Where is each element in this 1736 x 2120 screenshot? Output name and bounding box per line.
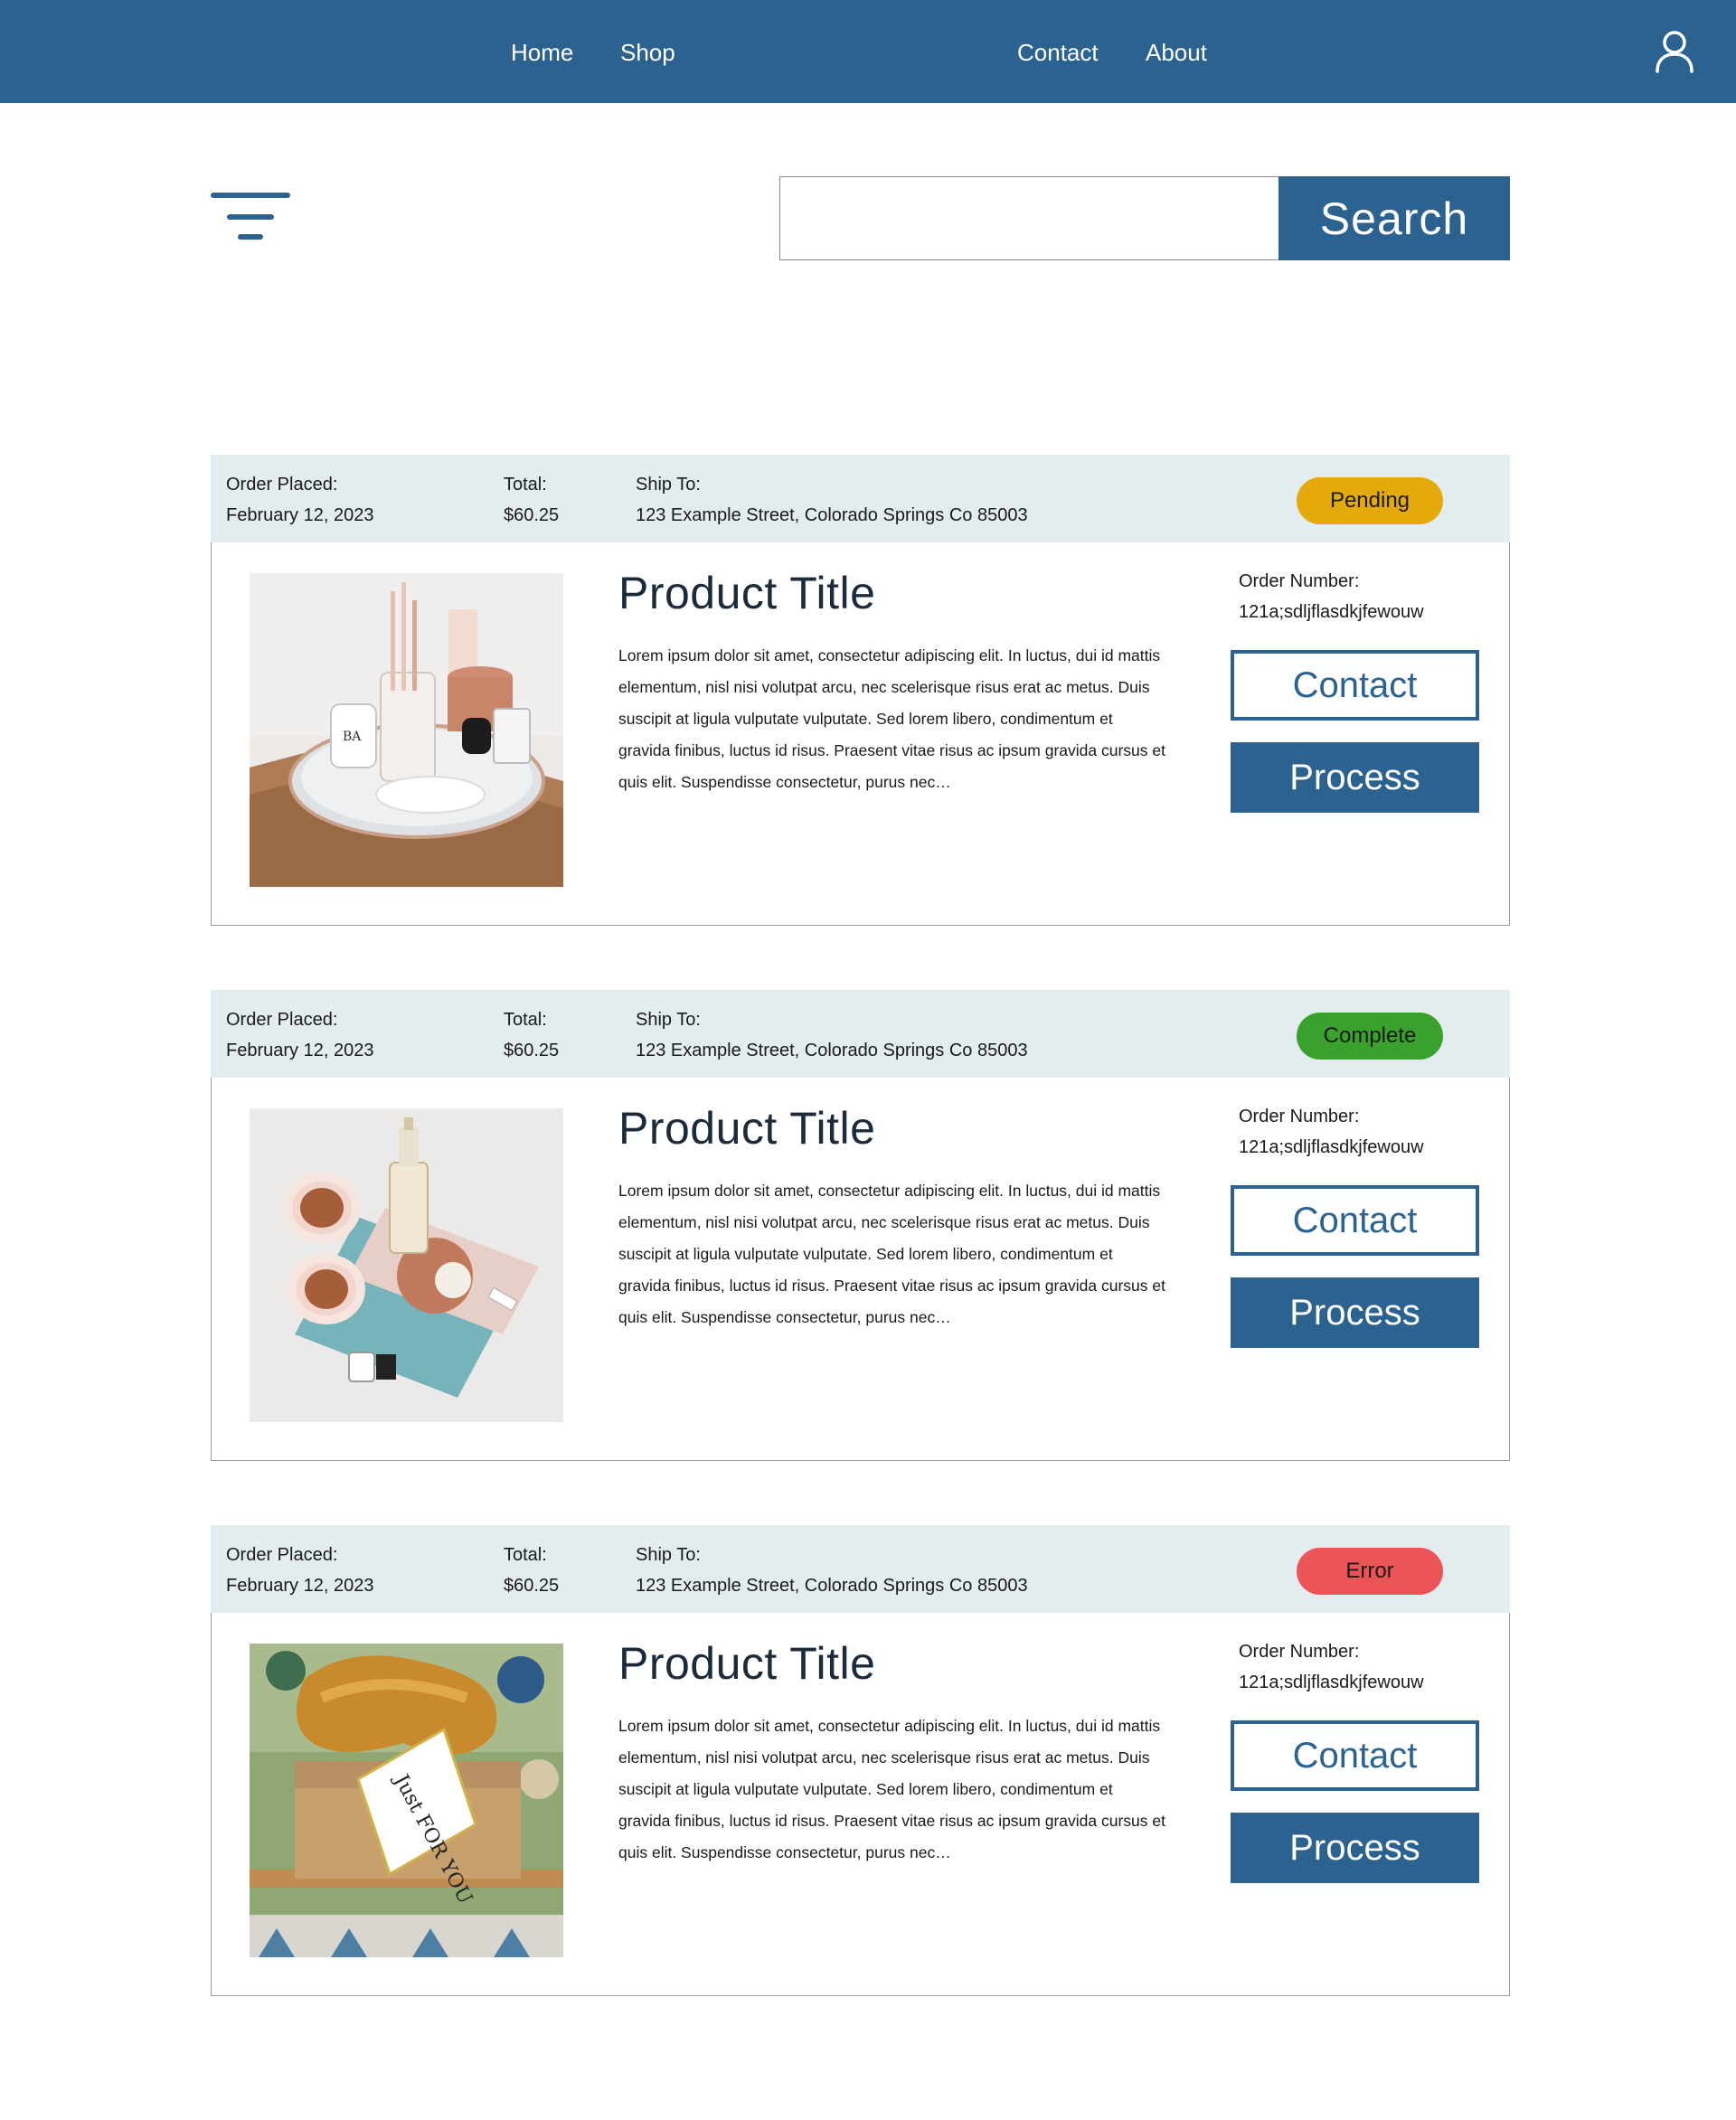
search-input[interactable] xyxy=(779,176,1279,260)
ship-to-address: 123 Example Street, Colorado Springs Co … xyxy=(636,1041,1028,1060)
product-title[interactable]: Product Title xyxy=(618,1101,875,1155)
order-number-value: 121a;sdljflasdkjfewouw xyxy=(1239,1672,1424,1692)
order-number-label: Order Number: xyxy=(1239,1642,1360,1662)
status-badge: Pending xyxy=(1297,477,1443,524)
filter-icon[interactable] xyxy=(210,190,291,244)
contact-button[interactable]: Contact xyxy=(1231,1185,1479,1256)
ship-to-label: Ship To: xyxy=(636,1010,701,1030)
contact-button[interactable]: Contact xyxy=(1231,1720,1479,1791)
ship-to-address: 123 Example Street, Colorado Springs Co … xyxy=(636,505,1028,525)
order-header: Order Placed: February 12, 2023 Total: $… xyxy=(211,1525,1510,1613)
product-image[interactable]: BA xyxy=(250,573,563,887)
product-title[interactable]: Product Title xyxy=(618,566,875,620)
ship-to-label: Ship To: xyxy=(636,1545,701,1565)
total-label: Total: xyxy=(504,1545,547,1565)
total-label: Total: xyxy=(504,475,547,495)
product-description: Lorem ipsum dolor sit amet, consectetur … xyxy=(618,1182,1165,1326)
order-number-value: 121a;sdljflasdkjfewouw xyxy=(1239,602,1424,622)
nav-link-shop[interactable]: Shop xyxy=(620,37,675,68)
order-placed-date: February 12, 2023 xyxy=(226,505,374,525)
order-placed-label: Order Placed: xyxy=(226,475,338,495)
process-button[interactable]: Process xyxy=(1231,1277,1479,1348)
order-body: BA Product Title Lorem ipsum dolor sit a… xyxy=(211,542,1510,926)
nav-link-contact[interactable]: Contact xyxy=(1017,37,1099,68)
process-button[interactable]: Process xyxy=(1231,1813,1479,1883)
total-label: Total: xyxy=(504,1010,547,1030)
product-title[interactable]: Product Title xyxy=(618,1636,875,1691)
total-value: $60.25 xyxy=(504,505,560,525)
order-header: Order Placed: February 12, 2023 Total: $… xyxy=(211,455,1510,542)
status-badge: Complete xyxy=(1297,1013,1443,1060)
top-nav-bar: Home Shop Contact About xyxy=(0,0,1736,103)
product-description: Lorem ipsum dolor sit amet, consectetur … xyxy=(618,1717,1165,1861)
total-value: $60.25 xyxy=(504,1041,560,1060)
ship-to-label: Ship To: xyxy=(636,475,701,495)
process-button[interactable]: Process xyxy=(1231,742,1479,813)
status-badge: Error xyxy=(1297,1548,1443,1595)
order-placed-label: Order Placed: xyxy=(226,1545,338,1565)
total-value: $60.25 xyxy=(504,1576,560,1596)
nav-link-about[interactable]: About xyxy=(1146,37,1207,68)
order-number-value: 121a;sdljflasdkjfewouw xyxy=(1239,1137,1424,1157)
ship-to-address: 123 Example Street, Colorado Springs Co … xyxy=(636,1576,1028,1596)
order-card: Order Placed: February 12, 2023 Total: $… xyxy=(211,990,1510,1461)
contact-button[interactable]: Contact xyxy=(1231,650,1479,721)
order-body: Just FOR YOU Product Title Lorem ipsum d… xyxy=(211,1613,1510,1996)
order-number-label: Order Number: xyxy=(1239,1107,1360,1126)
product-description: Lorem ipsum dolor sit amet, consectetur … xyxy=(618,646,1165,791)
order-card: Order Placed: February 12, 2023 Total: $… xyxy=(211,1525,1510,1996)
nav-link-home[interactable]: Home xyxy=(511,37,573,68)
search-button[interactable]: Search xyxy=(1278,176,1510,260)
product-image[interactable] xyxy=(250,1108,563,1422)
product-image[interactable]: Just FOR YOU xyxy=(250,1644,563,1957)
order-header: Order Placed: February 12, 2023 Total: $… xyxy=(211,990,1510,1078)
svg-text:BA: BA xyxy=(343,730,362,744)
order-placed-date: February 12, 2023 xyxy=(226,1576,374,1596)
order-body: Product Title Lorem ipsum dolor sit amet… xyxy=(211,1078,1510,1461)
order-card: Order Placed: February 12, 2023 Total: $… xyxy=(211,455,1510,926)
order-number-label: Order Number: xyxy=(1239,571,1360,591)
user-icon[interactable] xyxy=(1655,30,1694,73)
order-placed-label: Order Placed: xyxy=(226,1010,338,1030)
order-placed-date: February 12, 2023 xyxy=(226,1041,374,1060)
